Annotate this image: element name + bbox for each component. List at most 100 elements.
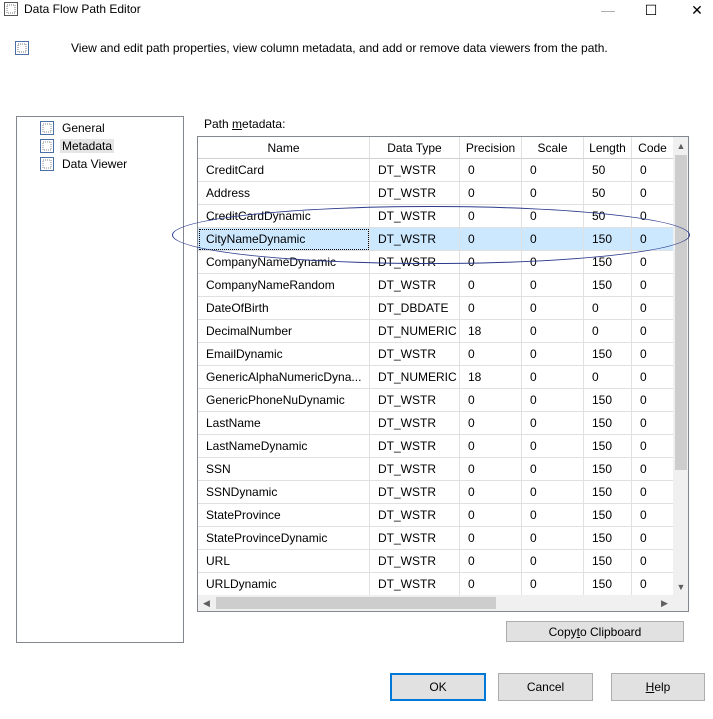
cell-scale[interactable]: 0 — [522, 343, 584, 366]
cell-precision[interactable]: 0 — [460, 550, 522, 573]
cell-scale[interactable]: 0 — [522, 297, 584, 320]
cell-name[interactable]: LastName — [198, 412, 370, 435]
cell-scale[interactable]: 0 — [522, 205, 584, 228]
tree-item-data-viewer[interactable]: Data Viewer — [40, 155, 129, 172]
cell-code[interactable]: 0 — [632, 527, 674, 550]
cell-scale[interactable]: 0 — [522, 366, 584, 389]
cell-scale[interactable]: 0 — [522, 251, 584, 274]
cell-data-type[interactable]: DT_WSTR — [370, 205, 460, 228]
cell-code[interactable]: 0 — [632, 389, 674, 412]
cell-data-type[interactable]: DT_WSTR — [370, 182, 460, 205]
cell-length[interactable]: 150 — [584, 343, 632, 366]
table-row[interactable]: CreditCard DT_WSTR 0 0 50 0 — [198, 159, 674, 182]
table-row[interactable]: GenericAlphaNumericDyna... DT_NUMERIC 18 0 0… — [198, 366, 674, 389]
scroll-up-arrow-icon[interactable]: ▲ — [673, 137, 688, 154]
cell-data-type[interactable]: DT_WSTR — [370, 573, 460, 596]
cell-length[interactable]: 150 — [584, 389, 632, 412]
column-header-length[interactable]: Length — [584, 137, 632, 159]
cell-precision[interactable]: 0 — [460, 343, 522, 366]
cell-code[interactable]: 0 — [632, 343, 674, 366]
help-button[interactable]: Help — [611, 673, 705, 701]
table-row[interactable]: CityNameDynamic DT_WSTR 0 0 150 0 — [198, 228, 674, 251]
cell-code[interactable]: 0 — [632, 550, 674, 573]
cell-length[interactable]: 150 — [584, 251, 632, 274]
cell-name[interactable]: URL — [198, 550, 370, 573]
cell-data-type[interactable]: DT_WSTR — [370, 159, 460, 182]
cell-name[interactable]: DecimalNumber — [198, 320, 370, 343]
cell-scale[interactable]: 0 — [522, 435, 584, 458]
table-row[interactable]: CompanyNameRandom DT_WSTR 0 0 150 0 — [198, 274, 674, 297]
cell-length[interactable]: 150 — [584, 412, 632, 435]
metadata-grid[interactable]: Name Data Type Precision Scale Length Co… — [197, 136, 689, 612]
cell-scale[interactable]: 0 — [522, 159, 584, 182]
column-header-name[interactable]: Name — [198, 137, 370, 159]
cell-precision[interactable]: 0 — [460, 251, 522, 274]
cell-precision[interactable]: 0 — [460, 205, 522, 228]
cell-precision[interactable]: 18 — [460, 366, 522, 389]
cell-name[interactable]: StateProvince — [198, 504, 370, 527]
cell-code[interactable]: 0 — [632, 274, 674, 297]
cell-code[interactable]: 0 — [632, 320, 674, 343]
cell-scale[interactable]: 0 — [522, 274, 584, 297]
cell-name[interactable]: CityNameDynamic — [198, 228, 370, 251]
table-row[interactable]: LastName DT_WSTR 0 0 150 0 — [198, 412, 674, 435]
cell-precision[interactable]: 0 — [460, 228, 522, 251]
table-row[interactable]: DecimalNumber DT_NUMERIC 18 0 0 0 — [198, 320, 674, 343]
cell-length[interactable]: 0 — [584, 366, 632, 389]
cell-length[interactable]: 50 — [584, 182, 632, 205]
cell-code[interactable]: 0 — [632, 481, 674, 504]
column-header-precision[interactable]: Precision — [460, 137, 522, 159]
cell-precision[interactable]: 0 — [460, 412, 522, 435]
ok-button[interactable]: OK — [390, 673, 486, 701]
cell-length[interactable]: 150 — [584, 274, 632, 297]
column-header-data-type[interactable]: Data Type — [370, 137, 460, 159]
cell-data-type[interactable]: DT_WSTR — [370, 458, 460, 481]
cell-data-type[interactable]: DT_WSTR — [370, 389, 460, 412]
column-header-code[interactable]: Code — [632, 137, 674, 159]
cell-length[interactable]: 150 — [584, 228, 632, 251]
table-row[interactable]: DateOfBirth DT_DBDATE 0 0 0 0 — [198, 297, 674, 320]
table-row[interactable]: SSN DT_WSTR 0 0 150 0 — [198, 458, 674, 481]
cell-scale[interactable]: 0 — [522, 458, 584, 481]
cell-data-type[interactable]: DT_NUMERIC — [370, 366, 460, 389]
cell-code[interactable]: 0 — [632, 412, 674, 435]
cell-scale[interactable]: 0 — [522, 481, 584, 504]
table-row[interactable]: StateProvince DT_WSTR 0 0 150 0 — [198, 504, 674, 527]
cell-data-type[interactable]: DT_DBDATE — [370, 297, 460, 320]
cell-length[interactable]: 0 — [584, 297, 632, 320]
cell-precision[interactable]: 0 — [460, 274, 522, 297]
cell-scale[interactable]: 0 — [522, 527, 584, 550]
cell-data-type[interactable]: DT_WSTR — [370, 435, 460, 458]
cell-length[interactable]: 150 — [584, 504, 632, 527]
cell-length[interactable]: 150 — [584, 435, 632, 458]
cell-precision[interactable]: 0 — [460, 159, 522, 182]
table-row[interactable]: URLDynamic DT_WSTR 0 0 150 0 — [198, 573, 674, 596]
cell-name[interactable]: EmailDynamic — [198, 343, 370, 366]
cell-code[interactable]: 0 — [632, 159, 674, 182]
close-button[interactable]: ✕ — [674, 0, 713, 20]
copy-to-clipboard-button[interactable]: Copy to Clipboard — [506, 621, 684, 642]
cell-length[interactable]: 150 — [584, 481, 632, 504]
cell-length[interactable]: 150 — [584, 573, 632, 596]
cell-name[interactable]: GenericAlphaNumericDyna... — [198, 366, 370, 389]
vertical-scrollbar[interactable]: ▲ ▼ — [673, 137, 688, 595]
cell-scale[interactable]: 0 — [522, 320, 584, 343]
column-header-scale[interactable]: Scale — [522, 137, 584, 159]
cell-precision[interactable]: 0 — [460, 182, 522, 205]
scroll-right-arrow-icon[interactable]: ▶ — [656, 595, 673, 611]
cell-precision[interactable]: 0 — [460, 573, 522, 596]
cell-name[interactable]: URLDynamic — [198, 573, 370, 596]
cell-length[interactable]: 150 — [584, 550, 632, 573]
cell-scale[interactable]: 0 — [522, 550, 584, 573]
tree-item-metadata[interactable]: Metadata — [40, 137, 115, 154]
maximize-button[interactable]: ☐ — [628, 0, 674, 20]
cell-precision[interactable]: 0 — [460, 527, 522, 550]
cell-precision[interactable]: 0 — [460, 504, 522, 527]
cell-data-type[interactable]: DT_WSTR — [370, 412, 460, 435]
table-row[interactable]: Address DT_WSTR 0 0 50 0 — [198, 182, 674, 205]
cell-code[interactable]: 0 — [632, 297, 674, 320]
cell-scale[interactable]: 0 — [522, 504, 584, 527]
table-row[interactable]: CreditCardDynamic DT_WSTR 0 0 50 0 — [198, 205, 674, 228]
cell-length[interactable]: 150 — [584, 458, 632, 481]
cell-data-type[interactable]: DT_WSTR — [370, 504, 460, 527]
